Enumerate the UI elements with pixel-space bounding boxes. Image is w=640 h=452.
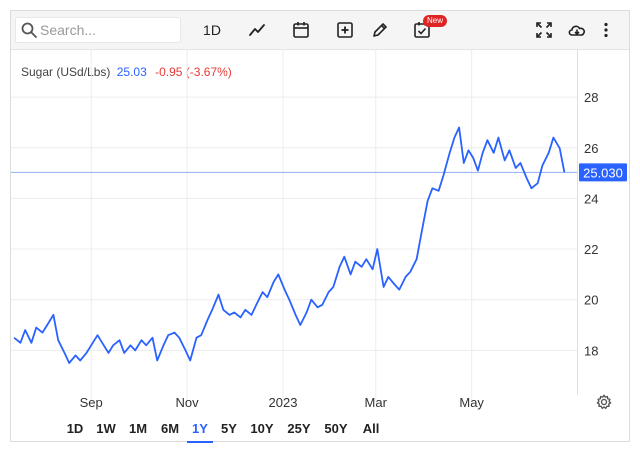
fullscreen-button[interactable] <box>531 17 557 43</box>
chart-widget: 1D <box>10 10 630 443</box>
range-button-10y[interactable]: 10Y <box>245 419 279 441</box>
expand-icon <box>536 22 552 38</box>
range-button-1w[interactable]: 1W <box>92 419 120 441</box>
date-range-button[interactable] <box>288 17 314 43</box>
more-vertical-icon <box>604 22 608 38</box>
x-tick-label: Mar <box>365 395 388 410</box>
range-button-25y[interactable]: 25Y <box>282 419 316 441</box>
range-button-all[interactable]: All <box>356 419 386 441</box>
price-chart[interactable]: 18 20 22 24 26 28 Sep Nov 2023 Mar May 25.030 <box>11 49 629 413</box>
range-button-50y[interactable]: 50Y <box>319 419 353 441</box>
settings-gear-icon[interactable] <box>595 393 613 411</box>
x-tick-label: 2023 <box>269 395 298 410</box>
pencil-icon <box>373 23 387 37</box>
x-tick-label: Sep <box>80 395 103 410</box>
y-tick-label: 26 <box>584 141 598 156</box>
range-button-1y[interactable]: 1Y <box>187 419 213 443</box>
symbol-search-box[interactable] <box>15 17 181 43</box>
y-tick-label: 18 <box>584 343 598 358</box>
more-menu-button[interactable] <box>597 17 615 43</box>
plus-square-icon <box>337 22 353 38</box>
compare-button[interactable] <box>332 17 358 43</box>
range-button-5y[interactable]: 5Y <box>216 419 242 441</box>
events-button[interactable]: New <box>409 15 448 43</box>
search-icon <box>21 22 37 38</box>
x-tick-label: Nov <box>176 395 200 410</box>
chart-type-button[interactable] <box>244 17 270 43</box>
y-tick-label: 20 <box>584 293 598 308</box>
interval-label: 1D <box>203 22 221 38</box>
range-button-6m[interactable]: 6M <box>156 419 184 441</box>
new-badge: New <box>423 15 448 27</box>
x-tick-label: May <box>459 395 484 410</box>
chart-toolbar: 1D <box>11 11 629 50</box>
range-button-1d[interactable]: 1D <box>61 419 89 441</box>
y-tick-label: 28 <box>584 90 598 105</box>
line-chart-icon <box>249 24 265 36</box>
price-line-series <box>13 126 566 364</box>
interval-button[interactable]: 1D <box>197 17 227 43</box>
range-button-1m[interactable]: 1M <box>123 419 153 441</box>
current-price-tag-label: 25.030 <box>583 165 623 180</box>
y-tick-label: 22 <box>584 242 598 257</box>
search-input[interactable] <box>40 20 176 40</box>
y-tick-label: 24 <box>584 191 598 206</box>
download-button[interactable] <box>564 17 590 43</box>
calendar-icon <box>293 22 309 38</box>
cloud-download-icon <box>568 25 586 36</box>
draw-button[interactable] <box>367 17 393 43</box>
